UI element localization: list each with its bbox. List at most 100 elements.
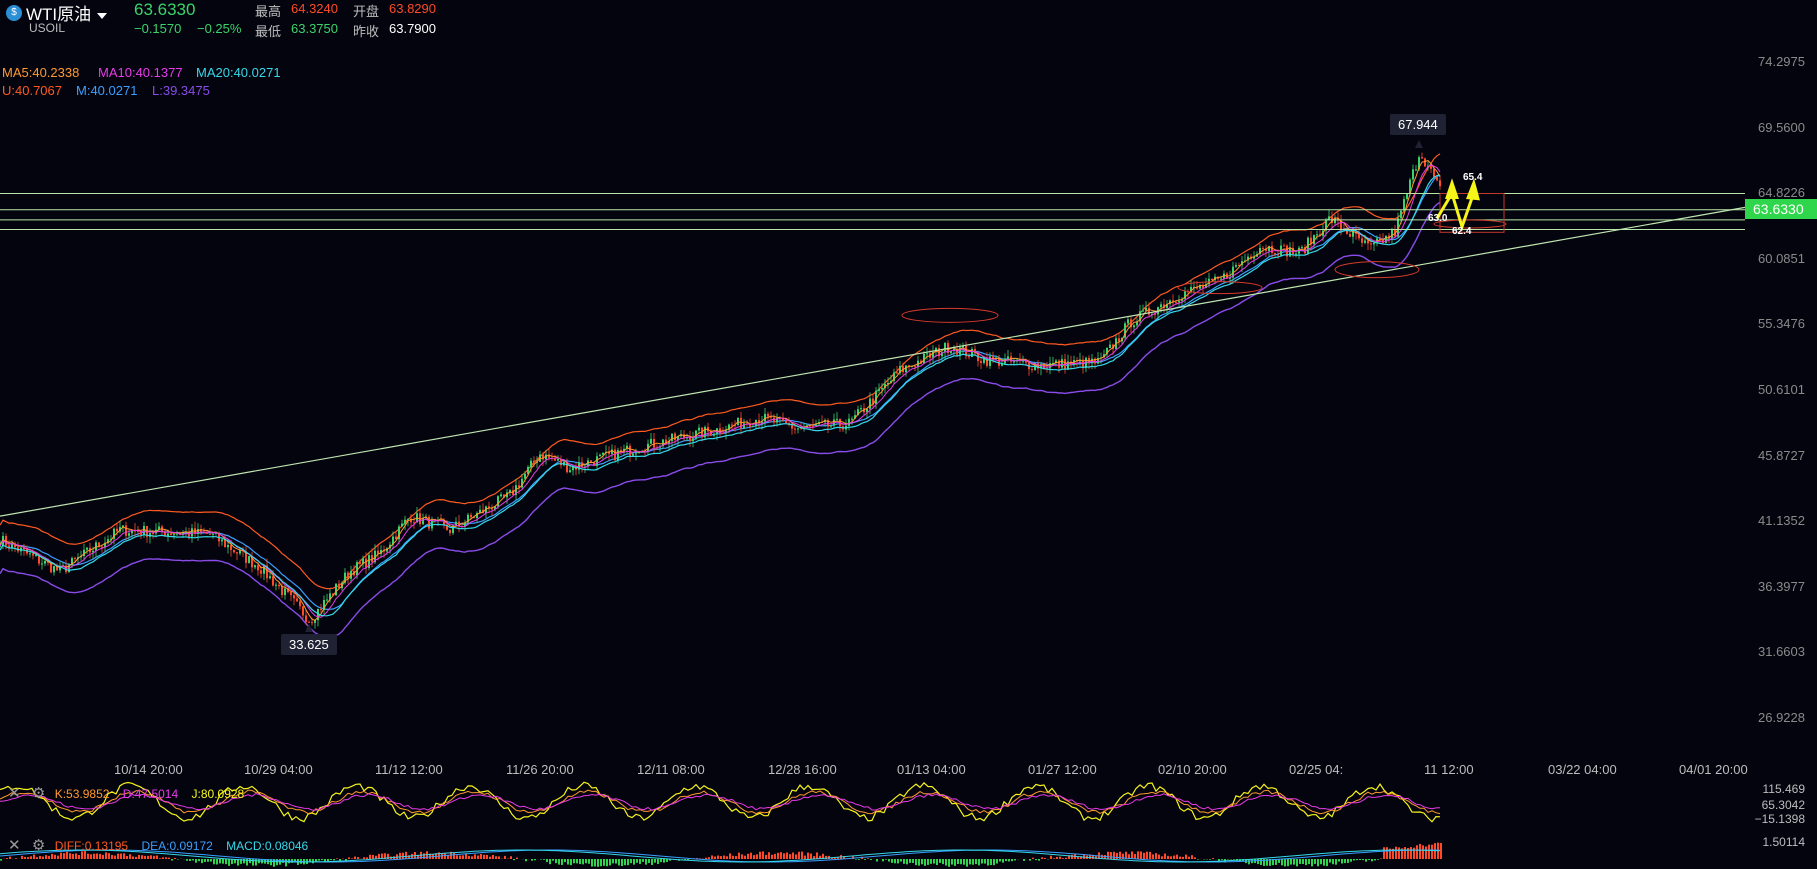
price-chart[interactable] bbox=[0, 0, 1817, 869]
candle-body bbox=[1391, 229, 1393, 239]
macd-bar bbox=[0, 859, 2, 861]
macd-bar bbox=[960, 859, 962, 865]
macd-bar bbox=[1362, 859, 1364, 861]
candle-body bbox=[1373, 242, 1375, 245]
macd-bar bbox=[222, 859, 224, 864]
macd-bar bbox=[597, 859, 599, 867]
candle-body bbox=[290, 592, 292, 596]
x-tick-label: 01/13 04:00 bbox=[897, 762, 966, 777]
low-marker: 33.625 bbox=[281, 634, 337, 655]
macd-bar bbox=[1053, 858, 1055, 859]
macd-bar bbox=[534, 859, 536, 861]
macd-bar bbox=[471, 856, 473, 859]
macd-bar bbox=[423, 853, 425, 859]
macd-bar bbox=[942, 859, 944, 865]
macd-bar bbox=[1299, 859, 1301, 864]
close-icon[interactable]: ✕ bbox=[8, 837, 21, 854]
macd-bar bbox=[141, 855, 143, 859]
macd-bar bbox=[1329, 859, 1331, 863]
settings-icon[interactable]: ⚙ bbox=[32, 785, 45, 802]
candle-body bbox=[569, 470, 571, 473]
candle-body bbox=[500, 494, 502, 497]
macd-bar bbox=[744, 855, 746, 859]
macd-bar bbox=[789, 854, 791, 859]
candle-body bbox=[851, 418, 853, 420]
macd-bar bbox=[357, 857, 359, 859]
candle-body bbox=[320, 608, 322, 611]
candle-body bbox=[53, 566, 55, 573]
close-icon[interactable]: ✕ bbox=[8, 785, 21, 802]
macd-bar bbox=[759, 851, 761, 859]
kdj-k: K:53.9852 bbox=[54, 787, 110, 801]
macd-bar bbox=[444, 853, 446, 859]
macd-bar bbox=[21, 855, 23, 859]
macd-bar bbox=[249, 859, 251, 864]
candle-body bbox=[1289, 247, 1291, 257]
macd-bar bbox=[36, 857, 38, 859]
candle-body bbox=[926, 353, 928, 355]
macd-bar bbox=[951, 859, 953, 865]
settings-icon[interactable]: ⚙ bbox=[32, 837, 45, 854]
macd-bar bbox=[912, 859, 914, 864]
macd-bar bbox=[129, 854, 131, 859]
macd-bar bbox=[1023, 859, 1025, 861]
x-tick-label: 10/29 04:00 bbox=[244, 762, 313, 777]
candle-body bbox=[470, 514, 472, 518]
candle-body bbox=[554, 458, 556, 461]
macd-bar bbox=[546, 859, 548, 863]
macd-bar bbox=[933, 859, 935, 864]
high-marker-pointer bbox=[1415, 140, 1423, 148]
macd-bar bbox=[984, 859, 986, 864]
ellipse-marker bbox=[901, 307, 999, 323]
macd-bar bbox=[711, 855, 713, 859]
macd-legend-row: ✕ ⚙ DIFF:0.13195 DEA:0.09172 MACD:0.0804… bbox=[8, 836, 308, 854]
macd-bar bbox=[402, 852, 404, 859]
macd-bar bbox=[570, 859, 572, 866]
candle-body bbox=[1262, 247, 1264, 249]
macd-bar bbox=[936, 859, 938, 866]
macd-bar bbox=[1149, 851, 1151, 859]
macd-bar bbox=[1398, 847, 1400, 859]
macd-dea: DEA:0.09172 bbox=[141, 839, 213, 853]
macd-bar bbox=[636, 859, 638, 863]
macd-bar bbox=[1317, 859, 1319, 867]
macd-bar bbox=[747, 853, 749, 859]
macd-bar bbox=[1176, 854, 1178, 859]
macd-bar bbox=[1065, 857, 1067, 859]
macd-bar bbox=[318, 859, 320, 861]
macd-bar bbox=[1143, 852, 1145, 859]
candle-body bbox=[629, 445, 631, 456]
macd-bar bbox=[1035, 859, 1037, 861]
macd-bar bbox=[978, 859, 980, 866]
macd-bar bbox=[618, 859, 620, 866]
macd-bar bbox=[1374, 859, 1376, 861]
macd-bar bbox=[456, 855, 458, 859]
macd-bar bbox=[1368, 859, 1370, 860]
macd-bar bbox=[1422, 845, 1424, 859]
sub-tick-label: 65.3042 bbox=[1761, 798, 1805, 812]
candle-body bbox=[731, 424, 733, 426]
arrow-label-mid: 63.0 bbox=[1428, 213, 1448, 224]
macd-bar bbox=[225, 859, 227, 865]
candle-body bbox=[1433, 168, 1435, 178]
x-tick-label: 01/27 12:00 bbox=[1028, 762, 1097, 777]
macd-bar bbox=[102, 854, 104, 859]
macd-bar bbox=[24, 856, 26, 859]
x-tick-label: 03/22 04:00 bbox=[1548, 762, 1617, 777]
macd-bar bbox=[195, 859, 197, 863]
macd-bar bbox=[369, 854, 371, 859]
macd-bar bbox=[78, 855, 80, 859]
macd-bar bbox=[504, 855, 506, 859]
macd-bar bbox=[90, 854, 92, 859]
macd-bar bbox=[798, 851, 800, 859]
candle-body bbox=[125, 525, 127, 536]
macd-bar bbox=[585, 859, 587, 864]
macd-bar bbox=[93, 853, 95, 859]
current-price-tag: 63.6330 bbox=[1745, 199, 1817, 219]
macd-bar bbox=[564, 859, 566, 863]
macd-bar bbox=[1419, 843, 1421, 859]
macd-bar bbox=[354, 856, 356, 859]
candle-body bbox=[1133, 325, 1135, 328]
candle-body bbox=[41, 563, 43, 565]
candle-body bbox=[698, 427, 700, 431]
